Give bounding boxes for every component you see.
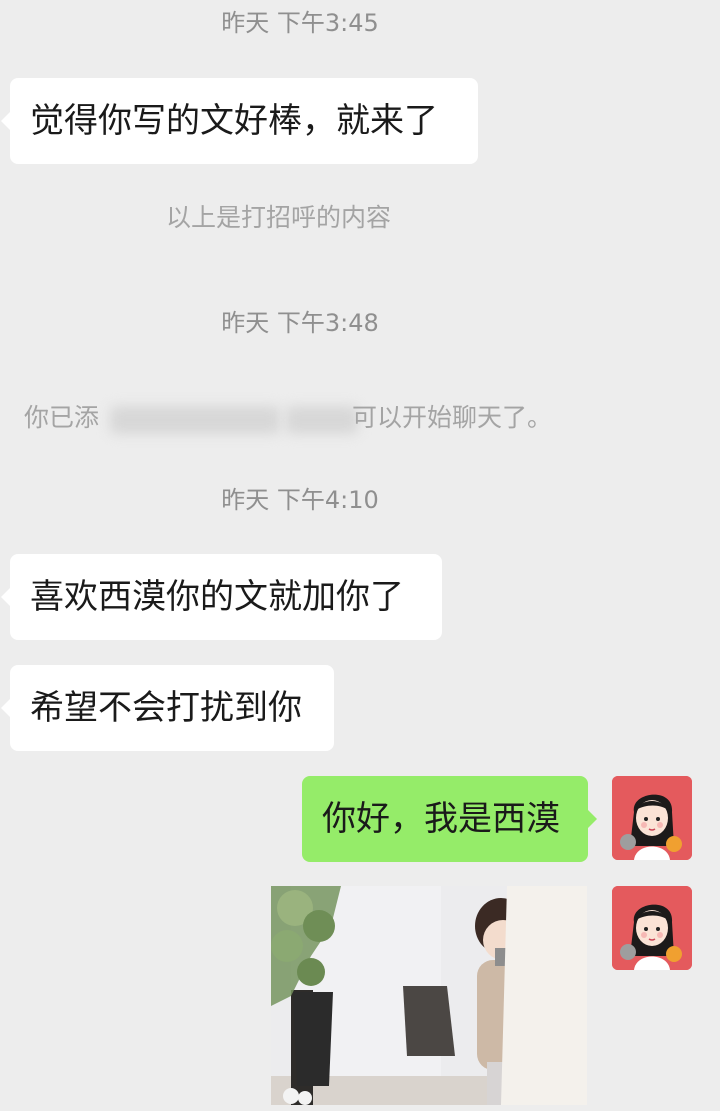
girl-avatar-icon: [612, 886, 692, 970]
incoming-message[interactable]: 觉得你写的文好棒，就来了: [1, 78, 478, 164]
greeting-note: 以上是打招呼的内容: [166, 203, 392, 232]
message-text: 你好，我是西漠: [322, 799, 560, 839]
timestamp: 昨天 下午3:45: [221, 9, 379, 37]
incoming-message[interactable]: 喜欢西漠你的文就加你了: [1, 554, 442, 640]
redacted-name: [110, 406, 280, 434]
girl-avatar-icon: [612, 776, 692, 860]
my-avatar[interactable]: [612, 776, 692, 860]
incoming-message[interactable]: 希望不会打扰到你: [1, 665, 334, 751]
outgoing-message[interactable]: 你好，我是西漠: [302, 776, 597, 862]
message-text: 觉得你写的文好棒，就来了: [30, 101, 438, 141]
outgoing-photo-message[interactable]: [271, 886, 587, 1105]
friend-added-notice: 你已添 可以开始聊天了。: [24, 402, 624, 438]
message-text: 喜欢西漠你的文就加你了: [30, 577, 404, 617]
friend-added-suffix: 可以开始聊天了。: [352, 403, 553, 432]
redacted-name: [286, 406, 358, 434]
my-avatar[interactable]: [612, 886, 692, 970]
photo-thumbnail-icon: [271, 886, 587, 1105]
timestamp: 昨天 下午3:48: [221, 309, 379, 337]
friend-added-prefix: 你已添: [24, 403, 100, 432]
message-text: 希望不会打扰到你: [30, 688, 302, 728]
timestamp: 昨天 下午4:10: [221, 486, 379, 514]
